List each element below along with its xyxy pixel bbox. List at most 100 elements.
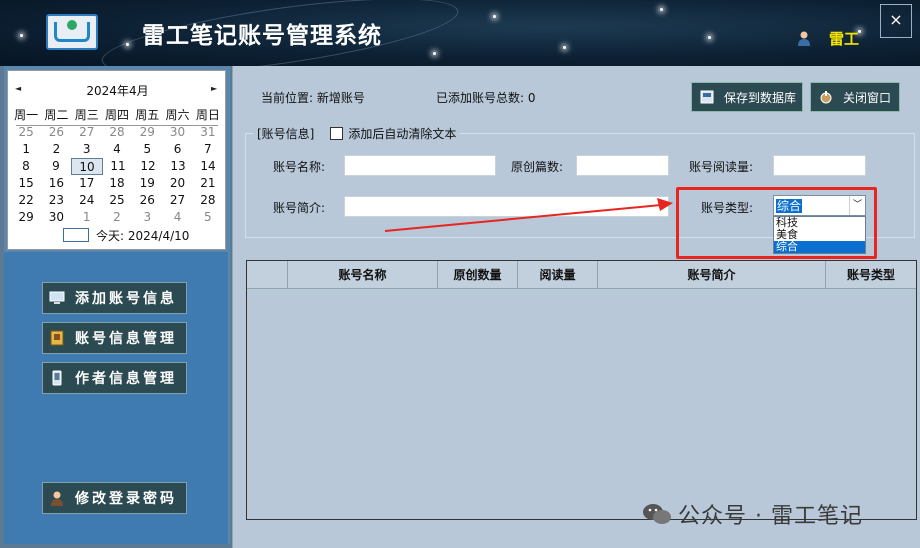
close-app-button[interactable]: × (880, 4, 912, 38)
save-icon (700, 90, 714, 104)
calendar-day[interactable]: 3 (72, 141, 102, 158)
user-name: 雷工 (829, 30, 860, 48)
star-decoration (20, 34, 23, 37)
star-decoration (493, 15, 496, 18)
calendar-day[interactable]: 5 (132, 141, 162, 158)
close-window-button[interactable]: 关闭窗口 (810, 82, 900, 112)
app-logo (46, 14, 98, 50)
calendar-day[interactable]: 13 (163, 158, 193, 175)
annotation-arrow-icon (384, 198, 673, 232)
weekday-label: 周六 (165, 108, 190, 122)
calendar-day[interactable]: 1 (72, 209, 102, 226)
calendar-week: 8 9 10 11 12 13 14 (11, 158, 223, 175)
calendar-day[interactable]: 17 (72, 175, 102, 192)
calendar-day[interactable]: 4 (162, 209, 192, 226)
account-name-input[interactable] (344, 155, 496, 176)
column-header[interactable]: 阅读量 (517, 261, 597, 289)
calendar-week: 25 26 27 28 29 30 31 (11, 124, 223, 141)
calendar-week: 1 2 3 4 5 6 7 (11, 141, 223, 158)
star-decoration (660, 8, 663, 11)
calendar-day[interactable]: 19 (132, 175, 162, 192)
calendar-day[interactable]: 21 (193, 175, 223, 192)
add-account-label: 添加账号信息 (75, 291, 177, 307)
calendar[interactable]: ◄ 2024年4月 ► 周一 周二 周三 周四 周五 周六 周日 25 26 2… (7, 70, 226, 250)
calendar-day[interactable]: 26 (41, 124, 71, 141)
calendar-day[interactable]: 1 (11, 141, 41, 158)
calendar-day[interactable]: 2 (41, 141, 71, 158)
calendar-day[interactable]: 3 (132, 209, 162, 226)
read-count-input[interactable] (773, 155, 866, 176)
calendar-week: 15 16 17 18 19 20 21 (11, 175, 223, 192)
calendar-day[interactable]: 11 (103, 158, 133, 175)
calendar-day-selected[interactable]: 10 (71, 158, 103, 175)
calendar-day[interactable]: 26 (132, 192, 162, 209)
calendar-day[interactable]: 5 (193, 209, 223, 226)
account-info-group-title: [账号信息] 添加后自动清除文本 (253, 125, 461, 142)
add-account-button[interactable]: 添加账号信息 (42, 282, 187, 314)
calendar-day[interactable]: 16 (41, 175, 71, 192)
calendar-day[interactable]: 27 (72, 124, 102, 141)
phone-icon (52, 370, 62, 386)
auto-clear-checkbox[interactable] (330, 127, 344, 140)
author-info-label: 作者信息管理 (75, 371, 177, 387)
account-name-label: 账号名称: (273, 160, 326, 174)
calendar-day[interactable]: 8 (11, 158, 41, 175)
app-header: 雷工笔记账号管理系统 雷工 × (0, 0, 920, 66)
change-password-label: 修改登录密码 (75, 491, 177, 507)
calendar-day[interactable]: 2 (102, 209, 132, 226)
calendar-day[interactable]: 29 (11, 209, 41, 226)
account-intro-label: 账号简介: (273, 201, 326, 215)
app-title: 雷工笔记账号管理系统 (142, 23, 382, 49)
calendar-day[interactable]: 7 (193, 141, 223, 158)
column-header[interactable]: 原创数量 (437, 261, 517, 289)
column-header[interactable]: 账号类型 (825, 261, 916, 289)
monitor-icon (49, 291, 65, 304)
calendar-day[interactable]: 30 (41, 209, 71, 226)
calendar-week: 29 30 1 2 3 4 5 (11, 209, 223, 226)
calendar-day[interactable]: 25 (102, 192, 132, 209)
account-count: 已添加账号总数: 0 (436, 91, 536, 105)
watermark: 公众号 · 雷工笔记 (642, 498, 863, 530)
calendar-day[interactable]: 28 (193, 192, 223, 209)
calendar-day[interactable]: 14 (193, 158, 223, 175)
calendar-day[interactable]: 4 (102, 141, 132, 158)
calendar-week: 22 23 24 25 26 27 28 (11, 192, 223, 209)
original-count-input[interactable] (576, 155, 669, 176)
calendar-day[interactable]: 30 (162, 124, 192, 141)
manage-account-button[interactable]: 账号信息管理 (42, 322, 187, 354)
calendar-next-button[interactable]: ► (211, 84, 217, 93)
change-password-button[interactable]: 修改登录密码 (42, 482, 187, 514)
save-label: 保存到数据库 (724, 90, 797, 105)
calendar-day[interactable]: 15 (11, 175, 41, 192)
column-header[interactable]: 账号名称 (287, 261, 437, 289)
calendar-day[interactable]: 9 (41, 158, 71, 175)
calendar-month-title[interactable]: 2024年4月 (8, 82, 227, 99)
calendar-day[interactable]: 6 (162, 141, 192, 158)
group-title-text: [账号信息] (257, 127, 315, 141)
star-decoration (126, 43, 129, 46)
weekday-label: 周一 (14, 108, 39, 122)
accounts-table[interactable]: 账号名称 原创数量 阅读量 账号简介 账号类型 (246, 260, 917, 520)
author-info-button[interactable]: 作者信息管理 (42, 362, 187, 394)
calendar-day[interactable]: 28 (102, 124, 132, 141)
star-decoration (563, 46, 566, 49)
calendar-day[interactable]: 24 (72, 192, 102, 209)
star-decoration (433, 52, 436, 55)
calendar-day[interactable]: 22 (11, 192, 41, 209)
read-count-label: 账号阅读量: (689, 160, 754, 174)
calendar-day[interactable]: 31 (193, 124, 223, 141)
calendar-day[interactable]: 25 (11, 124, 41, 141)
column-header[interactable]: 账号简介 (597, 261, 825, 289)
calendar-day[interactable]: 18 (102, 175, 132, 192)
calendar-today-link[interactable]: 今天: 2024/4/10 (96, 227, 189, 244)
calendar-weekday-row: 周一 周二 周三 周四 周五 周六 周日 (11, 107, 223, 124)
calendar-day[interactable]: 27 (162, 192, 192, 209)
calendar-divider (16, 125, 218, 126)
calendar-day[interactable]: 23 (41, 192, 71, 209)
save-to-db-button[interactable]: 保存到数据库 (691, 82, 803, 112)
calendar-day[interactable]: 12 (133, 158, 163, 175)
calendar-day[interactable]: 20 (162, 175, 192, 192)
star-decoration (708, 36, 711, 39)
user-icon (798, 31, 810, 46)
calendar-day[interactable]: 29 (132, 124, 162, 141)
